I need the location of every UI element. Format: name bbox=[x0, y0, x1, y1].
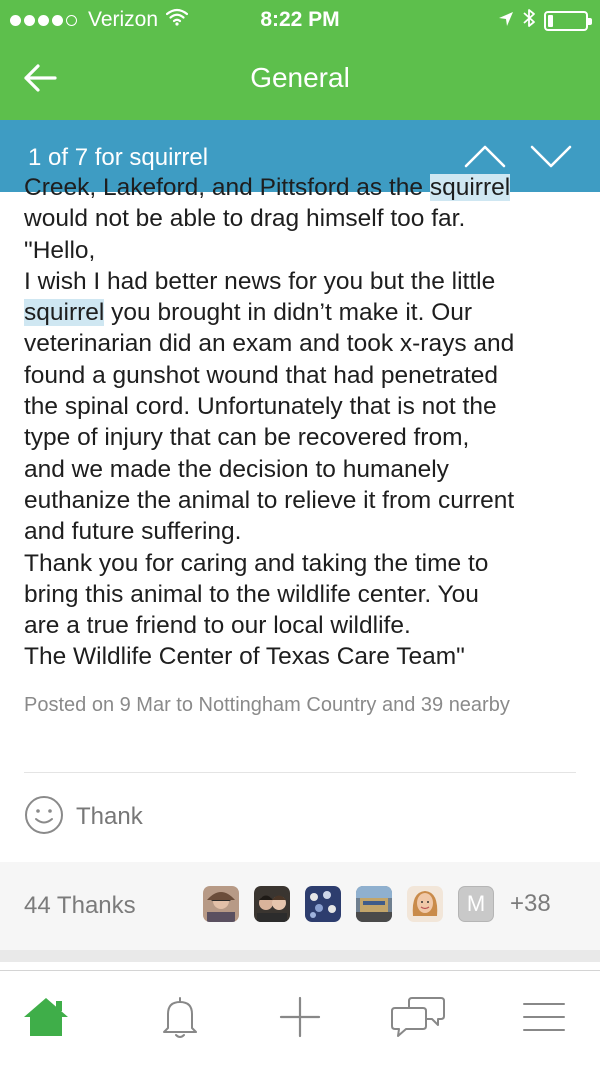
post-text-line: veterinarian did an exam and took x-rays… bbox=[24, 328, 584, 359]
battery-icon bbox=[544, 11, 592, 31]
thanks-count[interactable]: 44 Thanks bbox=[24, 892, 136, 920]
search-match-highlight: squirrel bbox=[429, 174, 511, 201]
next-result-button[interactable] bbox=[528, 138, 574, 174]
post-text: Thank you for caring and taking the time… bbox=[24, 549, 489, 577]
chat-icon bbox=[389, 995, 447, 1044]
post-text-line: and we made the decision to humanely bbox=[24, 454, 584, 485]
smiley-icon bbox=[24, 795, 64, 840]
tab-menu[interactable] bbox=[516, 994, 572, 1044]
post-text: and future suffering. bbox=[24, 518, 242, 546]
tab-bar bbox=[0, 972, 600, 1065]
divider bbox=[24, 772, 576, 773]
tab-home[interactable] bbox=[18, 994, 74, 1044]
post-text-line: would not be able to drag himself too fa… bbox=[24, 203, 584, 234]
post-text: type of injury that can be recovered fro… bbox=[24, 424, 470, 452]
tab-messages[interactable] bbox=[390, 994, 446, 1044]
post-text-line: squirrel you brought in didn’t make it. … bbox=[24, 297, 584, 328]
post-text-line: and future suffering. bbox=[24, 516, 584, 547]
posted-meta: Posted on 9 Mar to Nottingham Country an… bbox=[24, 694, 510, 716]
post-text-line: Thank you for caring and taking the time… bbox=[24, 548, 584, 579]
post-text-line: the spinal cord. Unfortunately that is n… bbox=[24, 391, 584, 422]
home-icon bbox=[22, 996, 70, 1043]
post-text-line: found a gunshot wound that had penetrate… bbox=[24, 360, 584, 391]
avatar[interactable] bbox=[203, 886, 239, 922]
thank-label: Thank bbox=[76, 803, 143, 830]
post-text-line: The Wildlife Center of Texas Care Team" bbox=[24, 641, 584, 672]
post-body: Creek, Lakeford, and Pittsford as the sq… bbox=[24, 172, 584, 687]
plus-icon bbox=[278, 995, 322, 1044]
search-result-count: 1 of 7 for squirrel bbox=[28, 144, 209, 171]
post-text: would not be able to drag himself too fa… bbox=[24, 205, 466, 233]
thank-button[interactable]: Thank bbox=[24, 795, 143, 840]
more-thanks-count[interactable]: +38 bbox=[510, 890, 551, 918]
tab-notifications[interactable] bbox=[152, 994, 208, 1044]
bluetooth-icon bbox=[514, 8, 536, 34]
status-bar: Verizon 8:22 PM bbox=[0, 0, 600, 40]
avatar[interactable] bbox=[407, 886, 443, 922]
post-text-line: I wish I had better news for you but the… bbox=[24, 266, 584, 297]
post-text: found a gunshot wound that had penetrate… bbox=[24, 361, 499, 389]
battery-level bbox=[548, 15, 553, 27]
avatar[interactable] bbox=[305, 886, 341, 922]
post-text-line: "Hello, bbox=[24, 235, 584, 266]
post-text: The Wildlife Center of Texas Care Team" bbox=[24, 643, 465, 671]
page-title: General bbox=[250, 62, 350, 93]
status-bar-right bbox=[490, 8, 592, 34]
nav-bar: General bbox=[0, 40, 600, 120]
section-separator bbox=[0, 950, 600, 962]
post-text: bring this animal to the wildlife center… bbox=[24, 580, 479, 608]
app-header: Verizon 8:22 PM General bbox=[0, 0, 600, 120]
post-text: the spinal cord. Unfortunately that is n… bbox=[24, 393, 497, 421]
placeholder-avatar[interactable]: M bbox=[458, 886, 494, 922]
post-text-line: Creek, Lakeford, and Pittsford as the sq… bbox=[24, 172, 584, 203]
post-text: Creek, Lakeford, and Pittsford as the bbox=[24, 174, 430, 201]
search-match-highlight: squirrel bbox=[24, 299, 105, 327]
tabbar-top-border bbox=[0, 970, 600, 971]
post-text: "Hello, bbox=[24, 236, 96, 264]
thanker-avatars[interactable]: M +38 bbox=[203, 886, 551, 922]
post-text: you brought in didn’t make it. Our bbox=[104, 299, 473, 327]
tab-new-post[interactable] bbox=[272, 994, 328, 1044]
post-text: are a true friend to our local wildlife. bbox=[24, 612, 411, 640]
post-text-line: euthanize the animal to relieve it from … bbox=[24, 485, 584, 516]
post-text: I wish I had better news for you but the… bbox=[24, 267, 496, 295]
post-text: and we made the decision to humanely bbox=[24, 455, 449, 483]
location-arrow-icon bbox=[490, 10, 514, 33]
post-text-line: are a true friend to our local wildlife. bbox=[24, 610, 584, 641]
avatar[interactable] bbox=[356, 886, 392, 922]
thanks-strip: 44 Thanks M +38 bbox=[0, 862, 600, 950]
post-text-line: type of injury that can be recovered fro… bbox=[24, 422, 584, 453]
post-text: euthanize the animal to relieve it from … bbox=[24, 486, 515, 514]
previous-result-button[interactable] bbox=[462, 138, 508, 174]
post-text-line: bring this animal to the wildlife center… bbox=[24, 579, 584, 610]
post-text: veterinarian did an exam and took x-rays… bbox=[24, 330, 515, 358]
bell-icon bbox=[160, 995, 200, 1044]
avatar[interactable] bbox=[254, 886, 290, 922]
menu-icon bbox=[522, 1000, 566, 1039]
